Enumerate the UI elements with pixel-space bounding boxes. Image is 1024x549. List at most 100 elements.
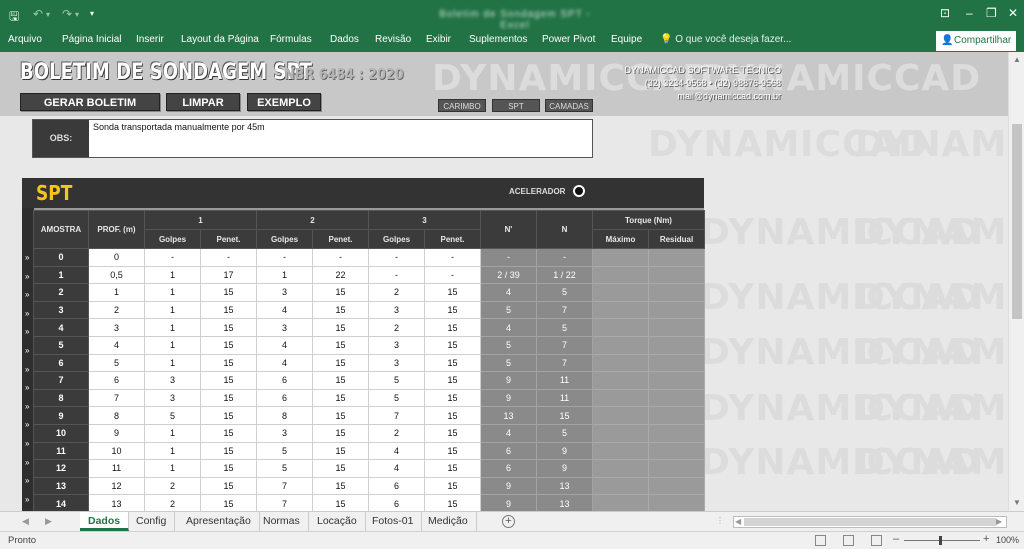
cell-blows-1[interactable]: 2 <box>144 476 201 496</box>
cell-sample[interactable]: 8 <box>33 388 89 408</box>
cell-blows-1[interactable]: 5 <box>144 406 201 425</box>
cell-penet-3[interactable]: 15 <box>424 476 481 496</box>
cell-n[interactable]: 5 <box>536 423 593 443</box>
cell-blows-2[interactable]: - <box>256 248 313 267</box>
cell-penet-1[interactable]: 15 <box>200 423 257 443</box>
cell-blows-1[interactable]: 1 <box>144 423 201 443</box>
cell-sample[interactable]: 4 <box>33 318 89 337</box>
sheet-tab[interactable]: Locação <box>309 512 366 531</box>
cell-penet-3[interactable]: - <box>424 248 481 267</box>
tab-dados[interactable]: Dados <box>330 34 359 45</box>
cell-depth[interactable]: 12 <box>88 476 145 496</box>
cell-penet-3[interactable]: 15 <box>424 335 481 355</box>
cell-depth[interactable]: 10 <box>88 441 145 461</box>
undo-icon[interactable]: ↶ <box>33 7 43 21</box>
cell-n-prime[interactable]: 5 <box>480 353 537 373</box>
cell-torque-max[interactable] <box>592 406 649 425</box>
cell-depth[interactable]: 5 <box>88 353 145 373</box>
cell-torque-residual[interactable] <box>648 335 705 355</box>
cell-penet-1[interactable]: 15 <box>200 353 257 373</box>
cell-penet-2[interactable]: 15 <box>312 388 369 408</box>
cell-blows-2[interactable]: 6 <box>256 371 313 390</box>
cell-sample[interactable]: 14 <box>33 494 89 511</box>
scroll-right-icon[interactable]: ▶ <box>996 517 1002 526</box>
cell-n[interactable]: 1 / 22 <box>536 265 593 285</box>
zoom-out-icon[interactable]: – <box>893 533 899 545</box>
restore-icon[interactable]: ❐ <box>986 6 997 20</box>
tab-arquivo[interactable]: Arquivo <box>8 34 42 45</box>
cell-blows-3[interactable]: 3 <box>368 353 425 373</box>
cell-penet-3[interactable]: 15 <box>424 283 481 302</box>
cell-n-prime[interactable]: 9 <box>480 494 537 511</box>
cell-n-prime[interactable]: 5 <box>480 335 537 355</box>
cell-blows-2[interactable]: 5 <box>256 459 313 478</box>
cell-torque-max[interactable] <box>592 423 649 443</box>
cell-penet-3[interactable]: 15 <box>424 441 481 461</box>
cell-sample[interactable]: 0 <box>33 248 89 267</box>
scroll-up-icon[interactable]: ▲ <box>1013 55 1021 64</box>
obs-text-field[interactable]: Sonda transportada manualmente por 45m <box>93 122 265 132</box>
cell-torque-residual[interactable] <box>648 476 705 496</box>
cell-n-prime[interactable]: 4 <box>480 423 537 443</box>
cell-penet-3[interactable]: 15 <box>424 406 481 425</box>
cell-depth[interactable]: 13 <box>88 494 145 511</box>
cell-penet-1[interactable]: 15 <box>200 300 257 320</box>
cell-blows-2[interactable]: 8 <box>256 406 313 425</box>
tab-pagina-inicial[interactable]: Página Inicial <box>62 34 121 45</box>
cell-blows-3[interactable]: - <box>368 248 425 267</box>
cell-torque-residual[interactable] <box>648 371 705 390</box>
cell-penet-2[interactable]: 15 <box>312 459 369 478</box>
cell-blows-1[interactable]: 1 <box>144 459 201 478</box>
cell-n[interactable]: 5 <box>536 318 593 337</box>
example-button[interactable]: EXEMPLO <box>247 93 321 111</box>
cell-n[interactable]: 13 <box>536 494 593 511</box>
horizontal-scrollbar[interactable]: ◀ ▶ <box>733 516 1007 528</box>
cell-n[interactable]: 7 <box>536 300 593 320</box>
cell-penet-1[interactable]: 15 <box>200 494 257 511</box>
accelerator-radio[interactable] <box>573 185 585 197</box>
cell-torque-max[interactable] <box>592 459 649 478</box>
vertical-scroll-thumb[interactable] <box>1012 124 1022 319</box>
tab-suplementos[interactable]: Suplementos <box>469 34 527 45</box>
cell-n[interactable]: 13 <box>536 476 593 496</box>
cell-torque-residual[interactable] <box>648 388 705 408</box>
more-options-icon[interactable]: ⋮ <box>716 516 724 525</box>
cell-penet-1[interactable]: 15 <box>200 388 257 408</box>
cell-n[interactable]: - <box>536 248 593 267</box>
cell-torque-max[interactable] <box>592 388 649 408</box>
cell-n[interactable]: 5 <box>536 283 593 302</box>
cell-torque-max[interactable] <box>592 476 649 496</box>
cell-penet-2[interactable]: 15 <box>312 300 369 320</box>
sheet-tab[interactable]: Apresentação <box>178 512 260 531</box>
cell-blows-2[interactable]: 3 <box>256 283 313 302</box>
redo-icon[interactable]: ↷ <box>62 7 72 21</box>
cell-torque-residual[interactable] <box>648 300 705 320</box>
cell-blows-3[interactable]: 2 <box>368 283 425 302</box>
cell-depth[interactable]: 11 <box>88 459 145 478</box>
cell-blows-1[interactable]: 1 <box>144 353 201 373</box>
tell-me-box[interactable]: 💡 O que você deseja fazer... <box>660 34 791 45</box>
cell-penet-2[interactable]: 15 <box>312 406 369 425</box>
cell-penet-1[interactable]: 15 <box>200 459 257 478</box>
tab-prev-icon[interactable]: ◀ <box>22 516 29 527</box>
spt-nav-button[interactable]: SPT <box>492 99 540 112</box>
cell-torque-residual[interactable] <box>648 423 705 443</box>
zoom-in-icon[interactable]: + <box>983 533 989 545</box>
cell-blows-3[interactable]: 7 <box>368 406 425 425</box>
cell-penet-1[interactable]: 15 <box>200 318 257 337</box>
cell-depth[interactable]: 8 <box>88 406 145 425</box>
cell-torque-max[interactable] <box>592 335 649 355</box>
cell-blows-1[interactable]: 3 <box>144 388 201 408</box>
tab-layout[interactable]: Layout da Página <box>181 34 259 45</box>
stamp-button[interactable]: CARIMBO <box>438 99 486 112</box>
cell-penet-3[interactable]: 15 <box>424 423 481 443</box>
cell-n-prime[interactable]: 6 <box>480 459 537 478</box>
cell-penet-2[interactable]: 15 <box>312 423 369 443</box>
cell-penet-1[interactable]: 15 <box>200 335 257 355</box>
cell-penet-1[interactable]: 15 <box>200 476 257 496</box>
cell-n-prime[interactable]: 4 <box>480 318 537 337</box>
cell-torque-residual[interactable] <box>648 318 705 337</box>
tab-equipe[interactable]: Equipe <box>611 34 642 45</box>
cell-blows-1[interactable]: - <box>144 248 201 267</box>
sheet-tab[interactable]: Normas <box>255 512 309 531</box>
